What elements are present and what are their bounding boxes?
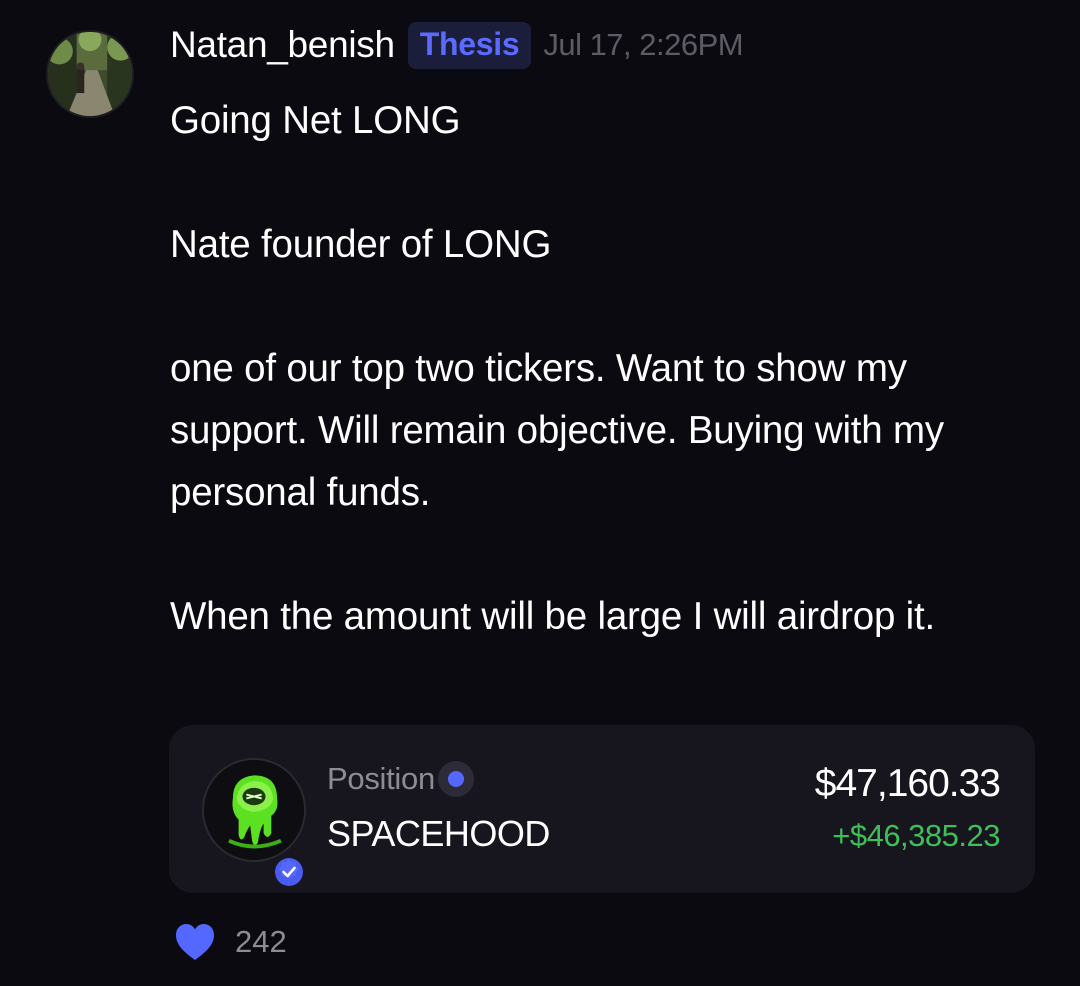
- author-name[interactable]: Natan_benish: [170, 24, 395, 66]
- post-body: Going Net LONG Nate founder of LONG one …: [170, 90, 1040, 648]
- like-count: 242: [235, 924, 287, 959]
- verified-check-icon: [271, 854, 307, 890]
- reactions-bar: 242: [174, 920, 287, 964]
- position-value: $47,160.33: [814, 762, 1001, 805]
- post-header: Natan_benish Thesis Jul 17, 2:26PM: [170, 18, 744, 72]
- avatar-photo: [48, 32, 132, 116]
- token-avatar: [202, 758, 307, 890]
- thesis-tag[interactable]: Thesis: [407, 21, 532, 69]
- position-card[interactable]: Position SPACEHOOD $47,160.33 +$46,385.2…: [169, 725, 1035, 893]
- heart-icon[interactable]: [174, 922, 216, 962]
- post-paragraph: Nate founder of LONG: [170, 223, 552, 266]
- post-paragraph: When the amount will be large I will air…: [170, 595, 936, 638]
- post-timestamp: Jul 17, 2:26PM: [543, 27, 744, 62]
- status-dot-icon: [437, 761, 474, 797]
- avatar[interactable]: [46, 30, 134, 118]
- ticker-name: SPACEHOOD: [327, 813, 550, 854]
- position-label-row: Position: [327, 761, 474, 797]
- position-label: Position: [327, 761, 435, 796]
- slime-planet-icon: [204, 760, 304, 860]
- position-pnl: +$46,385.23: [832, 818, 1000, 853]
- post: Natan_benish Thesis Jul 17, 2:26PM Going…: [0, 0, 1080, 986]
- post-paragraph: Going Net LONG: [170, 99, 461, 142]
- post-paragraph: one of our top two tickers. Want to show…: [170, 347, 944, 514]
